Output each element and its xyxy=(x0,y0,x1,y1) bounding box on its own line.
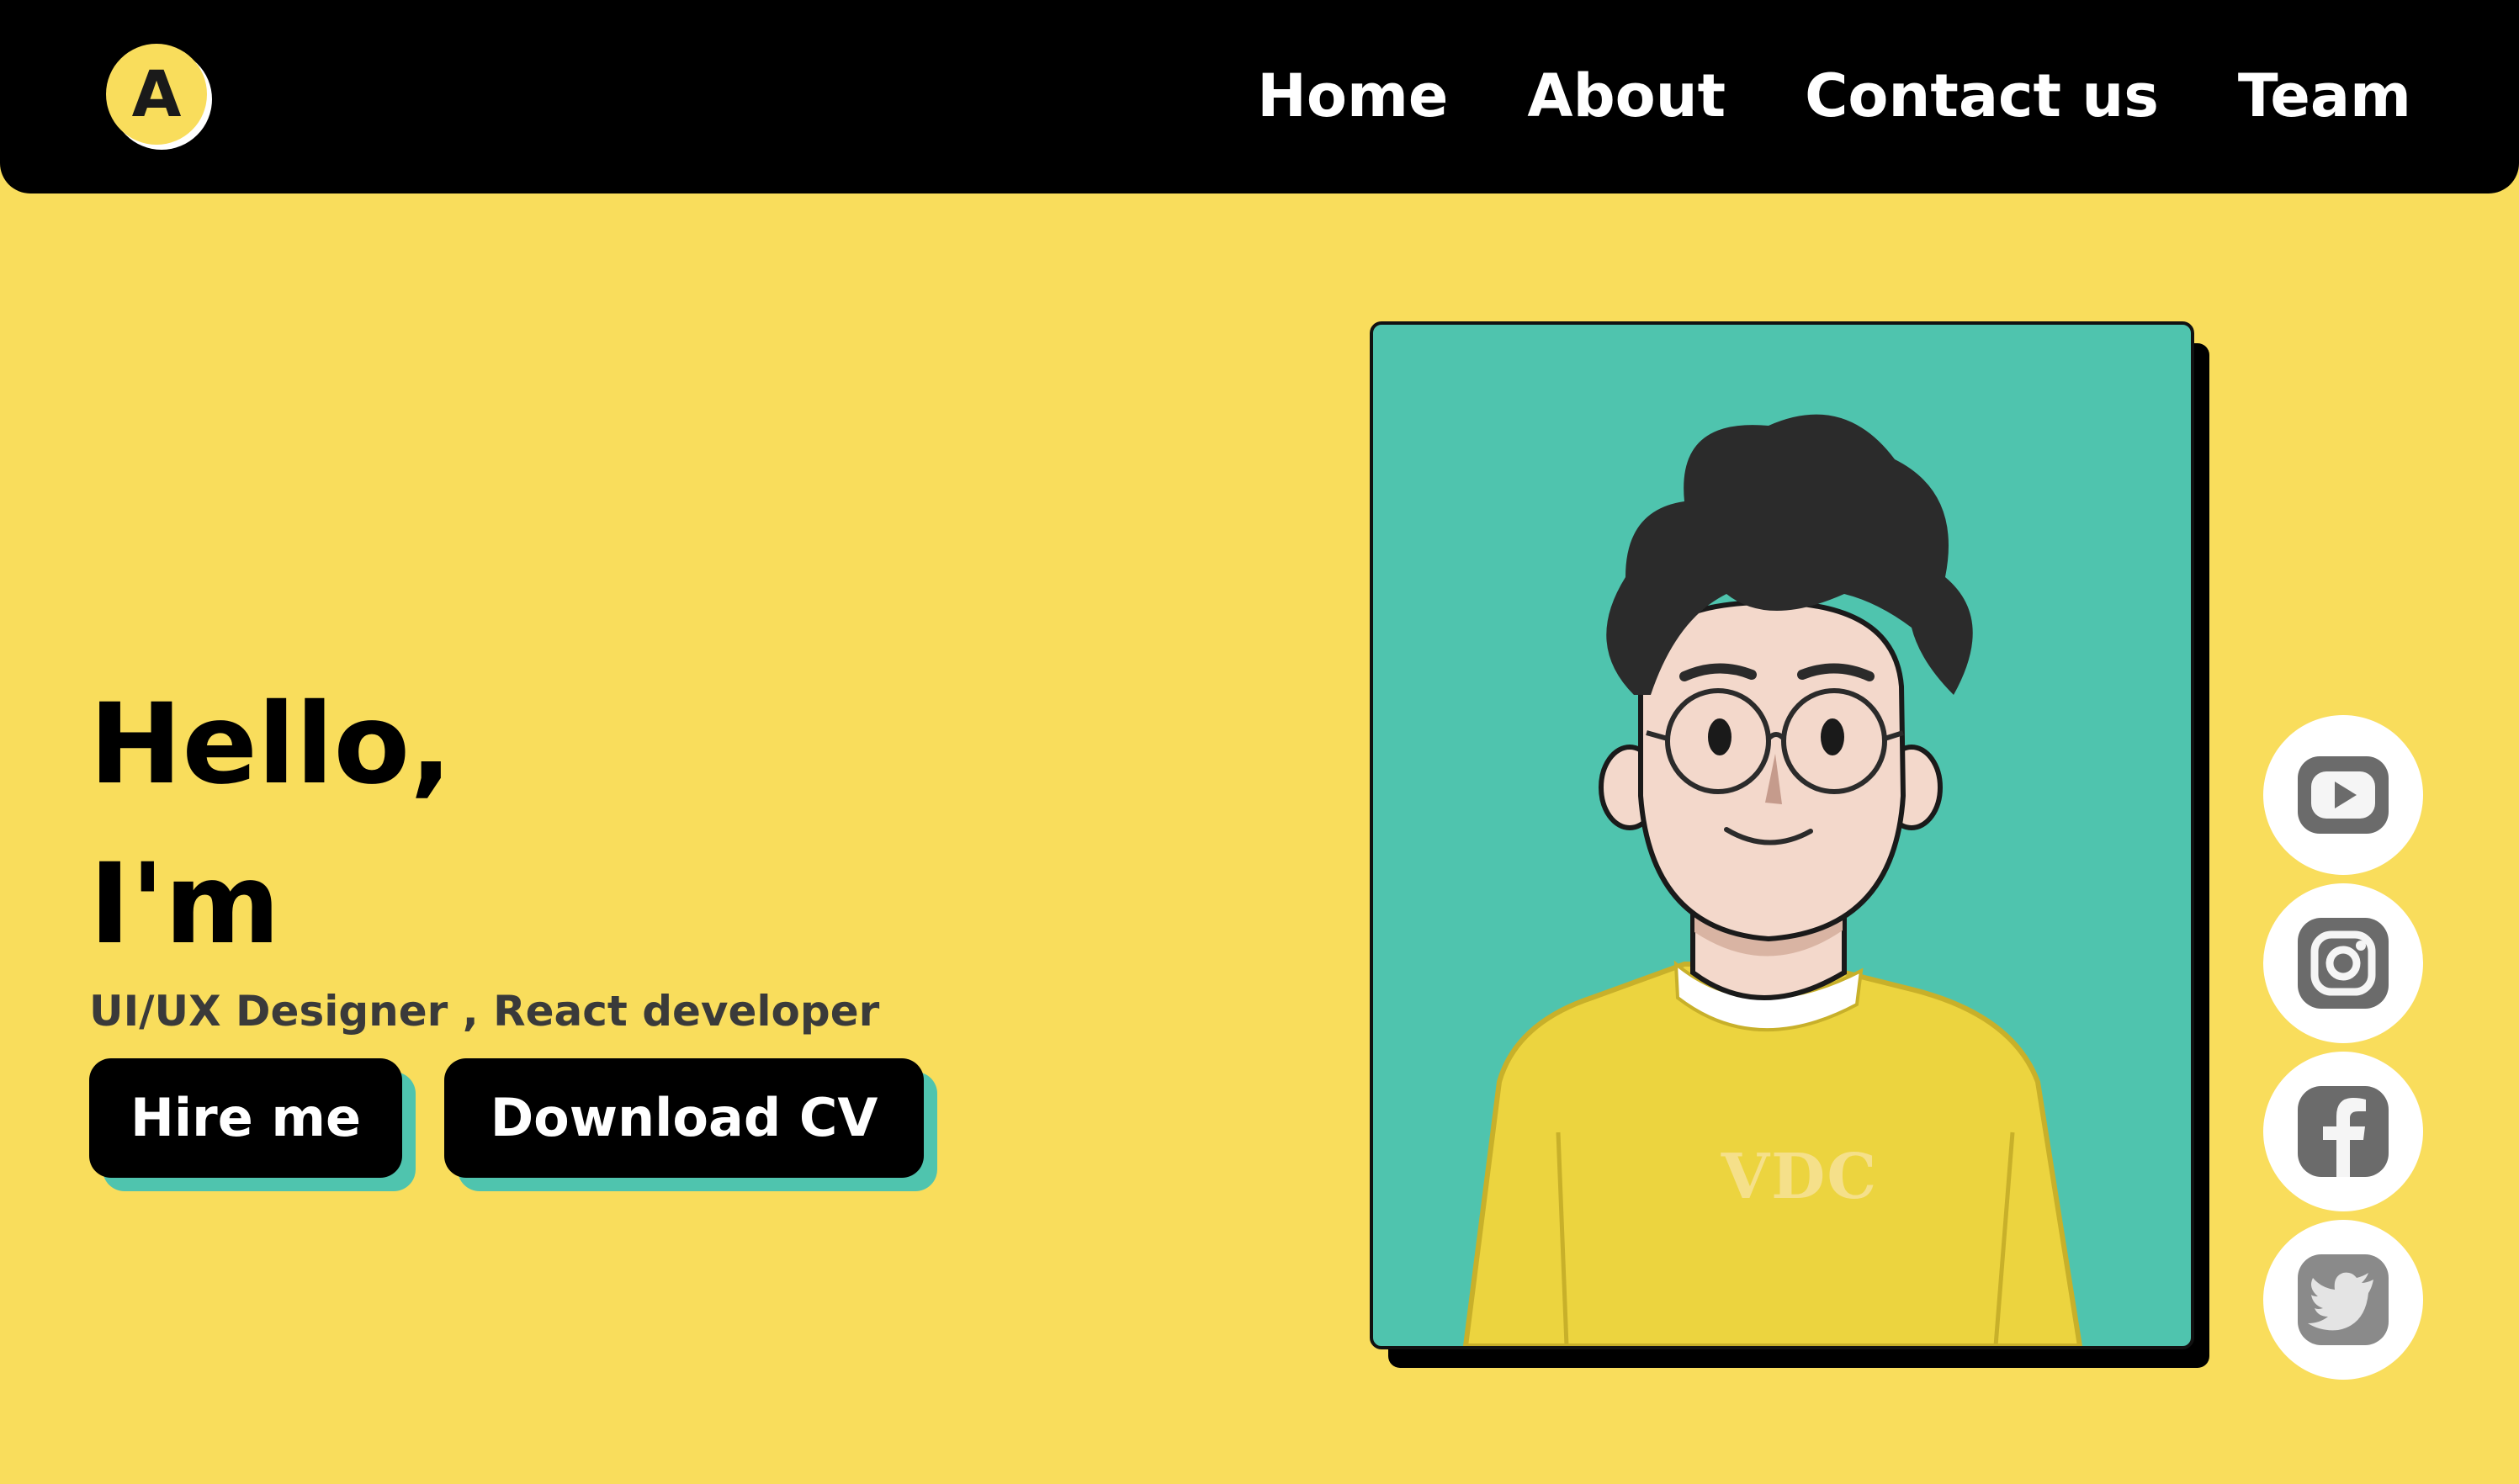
facebook-button[interactable] xyxy=(2263,1052,2423,1211)
greeting-line-1: Hello, xyxy=(89,680,453,809)
download-cv-button[interactable]: Download CV xyxy=(444,1058,924,1178)
nav-team[interactable]: Team xyxy=(2238,54,2411,138)
instagram-button[interactable] xyxy=(2263,883,2423,1043)
nav-about[interactable]: About xyxy=(1527,54,1726,138)
hero-buttons: Hire me Download CV xyxy=(89,1058,924,1178)
hero-subtitle: UI/UX Designer , React developer xyxy=(89,987,880,1036)
hire-me-button[interactable]: Hire me xyxy=(89,1058,402,1178)
portrait-card: VDC xyxy=(1370,321,2194,1349)
navbar: A Home About Contact us Team xyxy=(0,0,2519,193)
nav-contact-us[interactable]: Contact us xyxy=(1805,54,2159,138)
nav-home[interactable]: Home xyxy=(1257,54,1448,138)
logo[interactable]: A xyxy=(104,42,214,151)
youtube-icon xyxy=(2298,756,2389,834)
hero-intro: Hello, I'm UI/UX Designer , React develo… xyxy=(89,665,879,1036)
social-links xyxy=(2263,715,2423,1380)
twitter-icon xyxy=(2298,1254,2389,1345)
youtube-button[interactable] xyxy=(2263,715,2423,875)
shirt-text: VDC xyxy=(1721,1141,1879,1213)
facebook-icon xyxy=(2298,1086,2389,1177)
logo-icon: A xyxy=(106,44,212,150)
instagram-icon xyxy=(2298,918,2389,1009)
nav-links: Home About Contact us Team xyxy=(1257,54,2411,138)
twitter-button[interactable] xyxy=(2263,1220,2423,1380)
greeting-line-2: I'm xyxy=(89,840,281,969)
logo-letter: A xyxy=(132,56,182,131)
